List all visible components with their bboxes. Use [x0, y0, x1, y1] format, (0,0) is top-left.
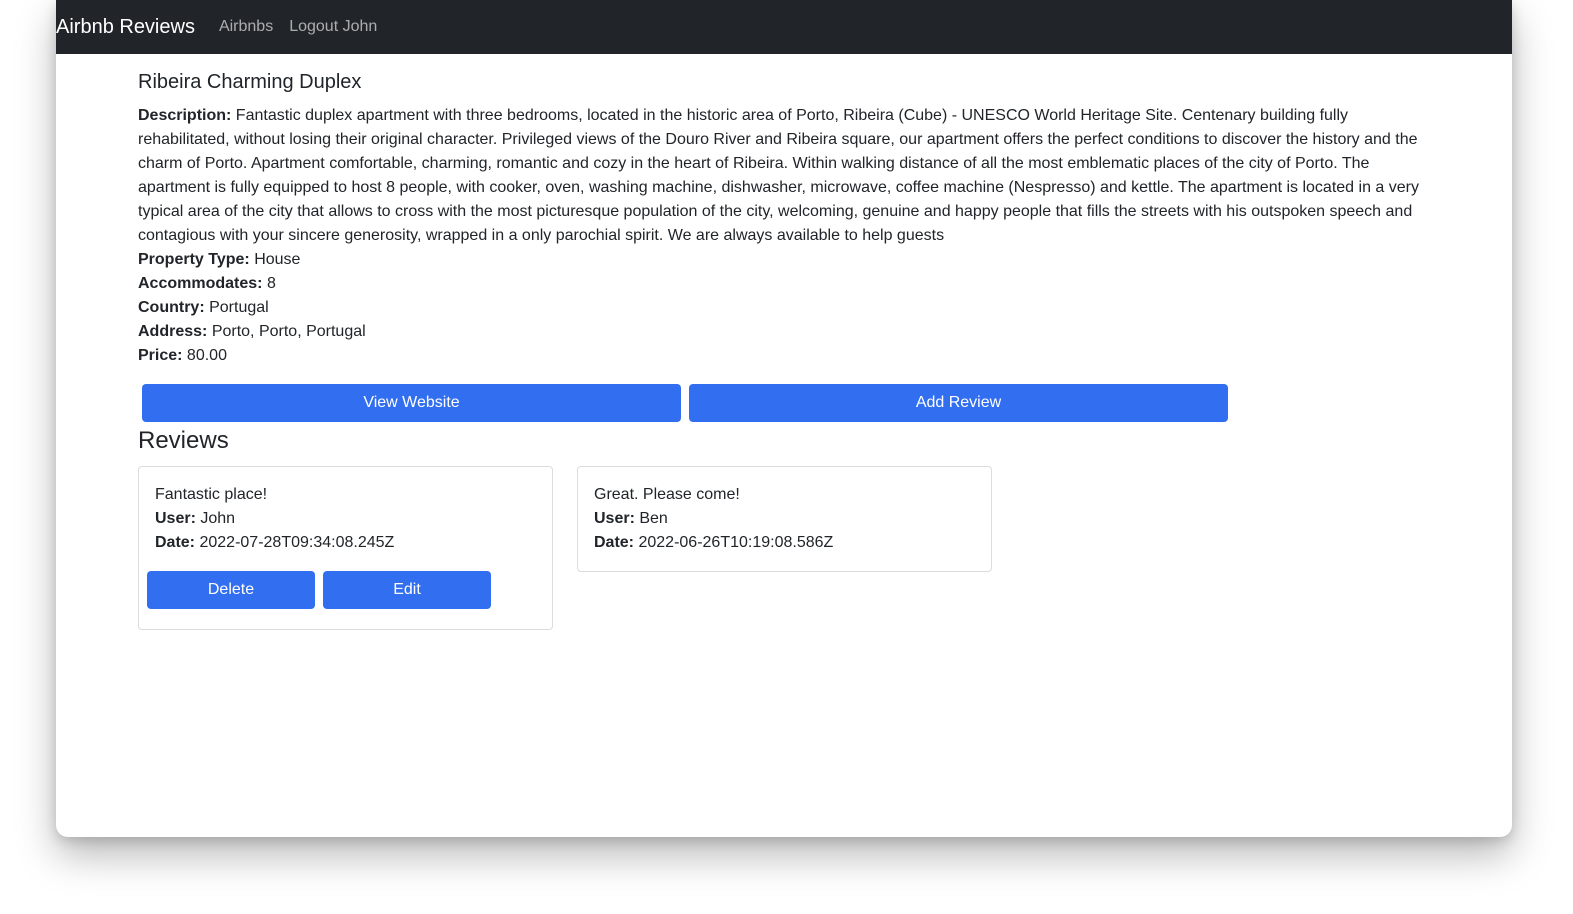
- date-value: 2022-06-26T10:19:08.586Z: [638, 534, 834, 551]
- delete-review-button[interactable]: Delete: [147, 571, 315, 609]
- user-value: Ben: [639, 510, 668, 527]
- field-label: Property Type:: [138, 251, 250, 268]
- field-label: Country:: [138, 299, 205, 316]
- review-date: Date: 2022-06-26T10:19:08.586Z: [594, 531, 975, 555]
- field-price: Price: 80.00: [138, 344, 1430, 368]
- date-value: 2022-07-28T09:34:08.245Z: [199, 534, 395, 551]
- field-property-type: Property Type: House: [138, 248, 1430, 272]
- field-value: 8: [266, 275, 276, 292]
- nav-link-airbnbs[interactable]: Airbnbs: [219, 18, 273, 36]
- review-card: Great. Please come! User: Ben Date: 2022…: [577, 466, 992, 572]
- field-value: House: [254, 251, 301, 268]
- review-text: Great. Please come!: [594, 486, 740, 503]
- user-value: John: [200, 510, 236, 527]
- field-value: Porto, Porto, Portugal: [211, 323, 366, 340]
- field-address: Address: Porto, Porto, Portugal: [138, 320, 1430, 344]
- top-navbar: Airbnb Reviews Airbnbs Logout John: [56, 0, 1512, 54]
- reviews-heading: Reviews: [138, 427, 229, 454]
- user-label: User:: [594, 510, 635, 527]
- listing-description: Description: Fantastic duplex apartment …: [138, 104, 1430, 248]
- brand-link[interactable]: Airbnb Reviews: [56, 16, 195, 39]
- field-label: Address:: [138, 323, 208, 340]
- browser-window: Airbnb Reviews Airbnbs Logout John Ribei…: [56, 0, 1512, 837]
- user-label: User:: [155, 510, 196, 527]
- add-review-button[interactable]: Add Review: [689, 384, 1228, 422]
- field-accommodates: Accommodates: 8: [138, 272, 1430, 296]
- review-date: Date: 2022-07-28T09:34:08.245Z: [155, 531, 536, 555]
- review-card: Fantastic place! User: John Date: 2022-0…: [138, 466, 553, 630]
- review-text: Fantastic place!: [155, 486, 268, 503]
- edit-review-button[interactable]: Edit: [323, 571, 491, 609]
- main-content: Ribeira Charming Duplex Description: Fan…: [138, 68, 1430, 630]
- review-user: User: Ben: [594, 507, 975, 531]
- field-country: Country: Portugal: [138, 296, 1430, 320]
- description-text: Fantastic duplex apartment with three be…: [138, 107, 1419, 244]
- listing-actions: View Website Add Review: [142, 384, 1430, 422]
- field-value: Portugal: [209, 299, 269, 316]
- field-label: Accommodates:: [138, 275, 263, 292]
- date-label: Date:: [155, 534, 196, 551]
- date-label: Date:: [594, 534, 635, 551]
- reviews-list: Fantastic place! User: John Date: 2022-0…: [138, 466, 1430, 630]
- field-value: 80.00: [186, 347, 227, 364]
- field-label: Price:: [138, 347, 183, 364]
- review-actions: Delete Edit: [147, 571, 536, 609]
- view-website-button[interactable]: View Website: [142, 384, 681, 422]
- listing-title: Ribeira Charming Duplex: [138, 71, 362, 93]
- description-label: Description:: [138, 107, 232, 124]
- nav-link-logout[interactable]: Logout John: [289, 18, 377, 36]
- review-user: User: John: [155, 507, 536, 531]
